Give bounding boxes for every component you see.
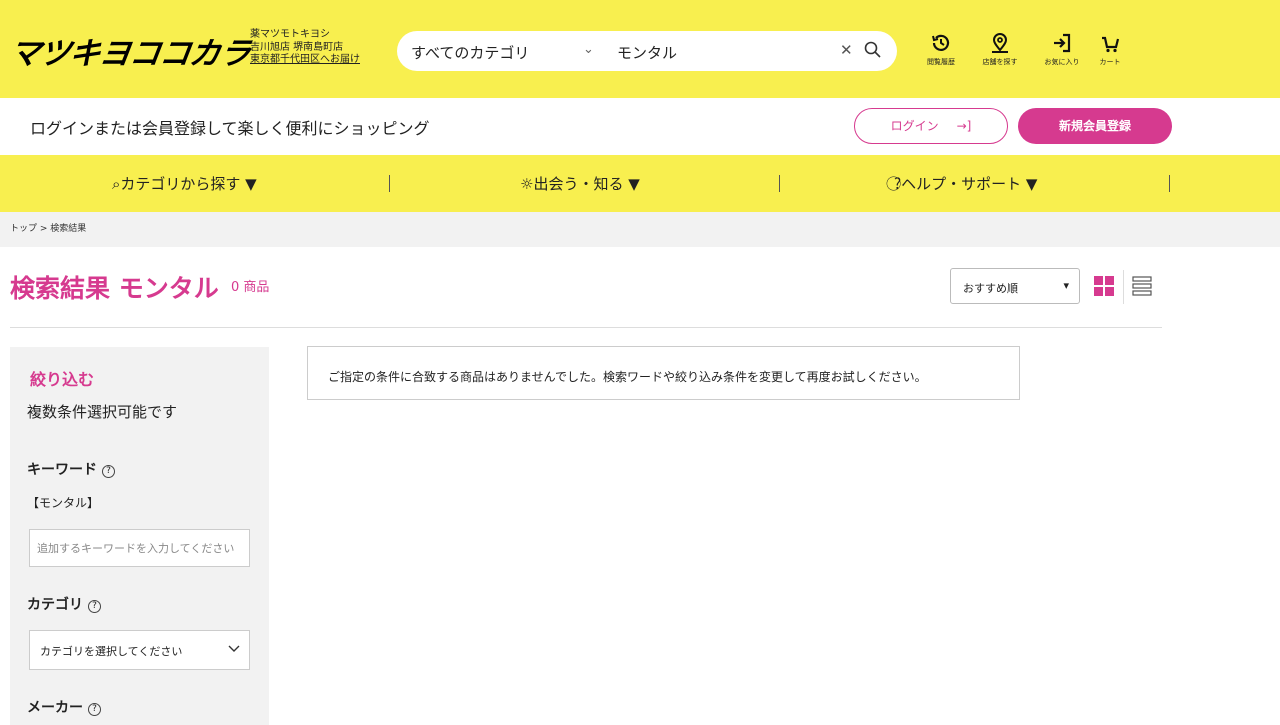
store-pin-icon [992,33,1008,53]
login-label: ログイン [890,119,939,133]
filter-title: 絞り込む [30,370,95,389]
login-button[interactable]: ログイン →] [854,108,1008,144]
chevron-right-icon: > [39,224,51,234]
sort-select[interactable]: おすすめ順 ▾ [950,268,1080,304]
keyword-field [29,529,250,567]
store-brand: 薬マツモトキヨシ [250,29,330,40]
list-view-icon[interactable] [1132,276,1152,296]
store-name: 吉川旭店 堺南島町店 [250,41,344,53]
category-label: カテゴリ [27,597,83,613]
search-input[interactable] [617,40,817,64]
nav-category-label: カテゴリから探す ▼ [120,175,257,193]
nav-help[interactable]: ?⃝ヘルプ・サポート ▼ [894,173,1037,194]
favorite-login-icon [1054,33,1071,53]
nav-category[interactable]: ⌕カテゴリから探す ▼ [112,173,257,194]
favorites-label: お気に入り [1044,58,1080,66]
sort-value: おすすめ順 [963,282,1018,295]
keyword-label: キーワード [27,462,97,478]
keyword-heading: キーワード? [27,459,115,479]
delivery-address[interactable]: 東京都千代田区へお届け [250,54,360,67]
login-bar: ログインまたは会員登録して楽しく便利にショッピング ログイン →] 新規会員登録 [0,98,1280,155]
help-icon[interactable]: ? [88,600,101,613]
nav-divider [1169,175,1170,192]
login-arrow-icon: →] [956,119,972,133]
nav-divider [389,175,390,192]
login-message: ログインまたは会員登録して楽しく便利にショッピング [30,119,430,138]
no-results-message: ご指定の条件に合致する商品はありませんでした。検索ワードや絞り込み条件を変更して… [328,370,927,384]
chevron-down-icon [228,645,240,652]
site-logo[interactable]: マツキヨココカラ [7,28,253,73]
site-header: マツキヨココカラ 薬マツモトキヨシ 吉川旭店 堺南島町店 東京都千代田区へお届け… [0,0,1280,98]
store-search-label: 店舗を探す [982,58,1018,66]
breadcrumb-trail: トップ > 検索結果 [10,221,86,234]
nav-discover[interactable]: ☼出会う・知る ▼ [520,173,640,194]
maker-label: メーカー [27,700,83,716]
cart-button[interactable]: カート [1088,32,1132,67]
breadcrumb: トップ > 検索結果 [0,212,1280,247]
divider [10,327,1162,328]
store-info[interactable]: 薬マツモトキヨシ 吉川旭店 堺南島町店 東京都千代田区へお届け [250,29,360,67]
help-icon[interactable]: ? [88,703,101,716]
history-label: 閲覧履歴 [927,58,955,66]
category-select-value: カテゴリを選択してください [40,645,183,658]
search-category-select[interactable]: すべてのカテゴリ [411,42,529,63]
favorites-button[interactable]: お気に入り [1040,32,1084,67]
chevron-down-icon[interactable]: ⌄ [583,42,594,57]
nav-discover-label: 出会う・知る ▼ [533,175,640,193]
search-icon[interactable] [863,40,883,60]
keyword-input[interactable] [30,530,249,566]
maker-heading: メーカー? [27,697,101,717]
grid-view-icon[interactable] [1094,276,1114,296]
page-title: 検索結果 モンタル [10,274,219,303]
nav-help-label: ヘルプ・サポート ▼ [901,175,1038,193]
chevron-down-icon: ▾ [1063,279,1069,292]
filter-subtitle: 複数条件選択可能です [27,403,178,421]
cart-icon [1102,36,1120,53]
keyword-value: 【モンタル】 [27,496,100,510]
history-icon [932,34,950,51]
search-box: すべてのカテゴリ ⌄ ✕ [397,31,897,71]
filter-sidebar: 絞り込む 複数条件選択可能です キーワード? 【モンタル】 カテゴリ? カテゴリ… [10,347,269,725]
history-button[interactable]: 閲覧履歴 [919,32,963,67]
main-nav: ⌕カテゴリから探す ▼ ☼出会う・知る ▼ ?⃝ヘルプ・サポート ▼ [0,155,1280,212]
clear-icon[interactable]: ✕ [840,41,853,59]
breadcrumb-home[interactable]: トップ [10,224,37,234]
view-divider [1123,270,1124,304]
help-icon[interactable]: ? [102,465,115,478]
category-select[interactable]: カテゴリを選択してください [29,630,250,670]
no-results-notice: ご指定の条件に合致する商品はありませんでした。検索ワードや絞り込み条件を変更して… [307,346,1020,400]
category-heading: カテゴリ? [27,594,101,614]
result-count: 0 商品 [231,280,270,295]
store-search-button[interactable]: 店舗を探す [978,32,1022,67]
lightbulb-icon: ☼ [520,175,534,193]
nav-divider [779,175,780,192]
breadcrumb-current: 検索結果 [50,224,87,234]
cart-label: カート [1099,58,1121,66]
register-button[interactable]: 新規会員登録 [1018,108,1172,144]
